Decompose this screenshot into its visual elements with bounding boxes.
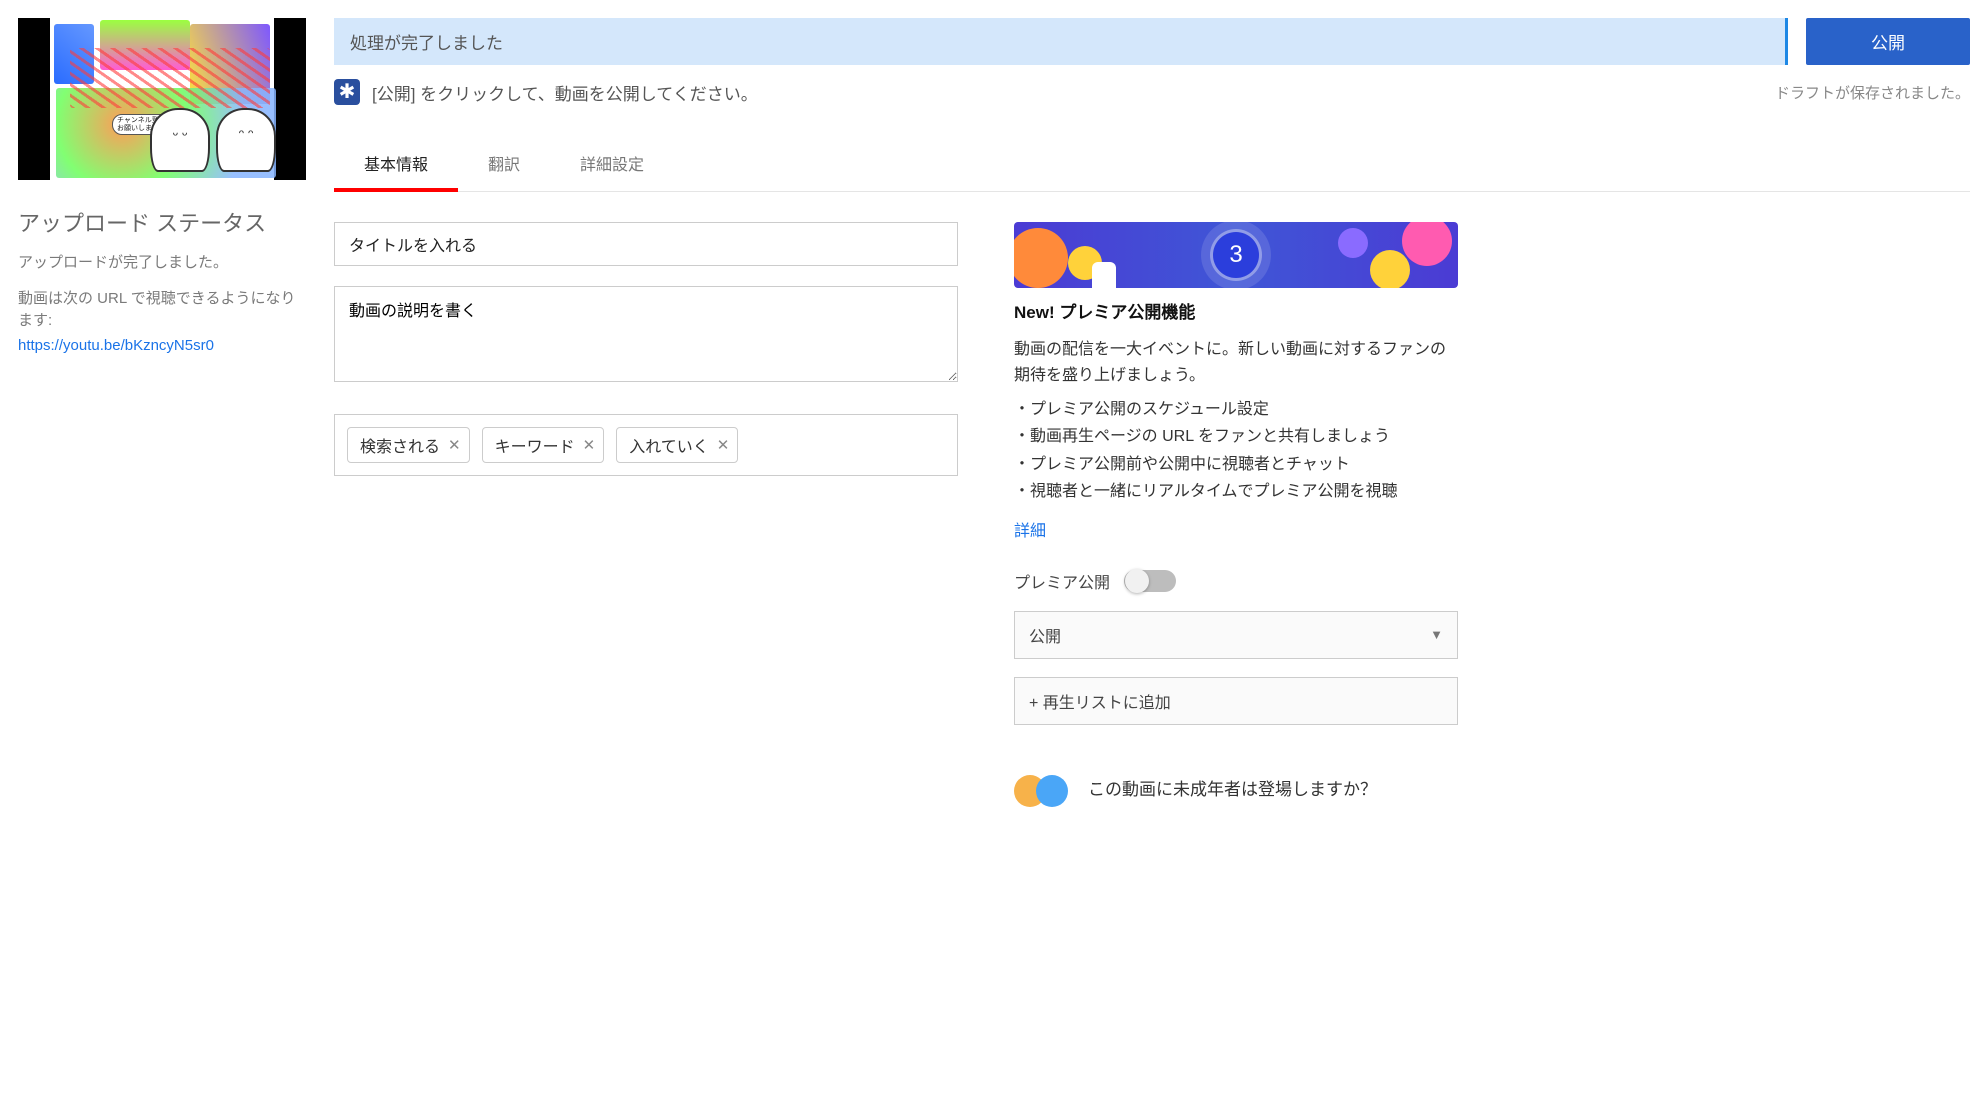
tag-chip-label: キーワード	[495, 433, 575, 457]
tab-advanced[interactable]: 詳細設定	[550, 137, 674, 191]
premiere-bullet: ・プレミア公開前や公開中に視聴者とチャット	[1014, 451, 1458, 478]
premiere-bullet: ・視聴者と一緒にリアルタイムでプレミア公開を視聴	[1014, 478, 1458, 505]
tag-chip-label: 検索される	[360, 433, 440, 457]
tag-chip[interactable]: キーワード ✕	[482, 427, 605, 463]
tags-input[interactable]: 検索される ✕ キーワード ✕ 入れていく ✕	[334, 414, 958, 476]
tab-basic-info[interactable]: 基本情報	[334, 137, 458, 191]
premiere-promo-lede: 動画の配信を一大イベントに。新しい動画に対するファンの期待を盛り上げましょう。	[1014, 337, 1458, 388]
countdown-icon: 3	[1213, 232, 1259, 278]
tag-chip[interactable]: 検索される ✕	[347, 427, 470, 463]
premiere-bullet: ・動画再生ページの URL をファンと共有しましょう	[1014, 423, 1458, 450]
close-icon[interactable]: ✕	[583, 436, 596, 454]
tag-chip[interactable]: 入れていく ✕	[616, 427, 738, 463]
title-input[interactable]	[334, 222, 958, 266]
upload-status-done: アップロードが完了しました。	[18, 252, 306, 274]
tag-chip-label: 入れていく	[629, 433, 709, 457]
hint-badge-icon: ✱	[334, 79, 360, 105]
publish-hint-text: [公開] をクリックして、動画を公開してください。	[372, 80, 758, 105]
close-icon[interactable]: ✕	[448, 436, 461, 454]
minors-question-text: この動画に未成年者は登場しますか？	[1088, 775, 1377, 800]
visibility-select[interactable]: 公開 ▼	[1014, 611, 1458, 659]
add-to-playlist-label: + 再生リストに追加	[1029, 689, 1171, 713]
minors-avatar-icon	[1014, 769, 1070, 807]
video-thumbnail[interactable]: チャンネル登録お願いします ᵕ ᵕ おねがいしょ ᵔ ᵔ	[18, 18, 306, 180]
premiere-bullet: ・プレミア公開のスケジュール設定	[1014, 396, 1458, 423]
description-input[interactable]	[334, 286, 958, 382]
premiere-promo-banner: 3	[1014, 222, 1458, 288]
upload-status-url-intro: 動画は次の URL で視聴できるようになります:	[18, 288, 306, 332]
close-icon[interactable]: ✕	[717, 436, 730, 454]
upload-status-heading: アップロード ステータス	[18, 206, 306, 238]
tab-translation[interactable]: 翻訳	[458, 137, 550, 191]
add-to-playlist-button[interactable]: + 再生リストに追加	[1014, 677, 1458, 725]
processing-status-bar: 処理が完了しました	[334, 18, 1788, 65]
premiere-toggle[interactable]	[1124, 570, 1176, 592]
visibility-value: 公開	[1029, 623, 1061, 647]
premiere-details-link[interactable]: 詳細	[1014, 517, 1046, 541]
publish-button[interactable]: 公開	[1806, 18, 1970, 65]
draft-saved-text: ドラフトが保存されました。	[1775, 82, 1970, 103]
premiere-promo-title: New! プレミア公開機能	[1014, 298, 1458, 323]
chevron-down-icon: ▼	[1430, 627, 1443, 642]
premiere-toggle-label: プレミア公開	[1014, 569, 1110, 593]
video-url-link[interactable]: https://youtu.be/bKzncyN5sr0	[18, 337, 306, 354]
